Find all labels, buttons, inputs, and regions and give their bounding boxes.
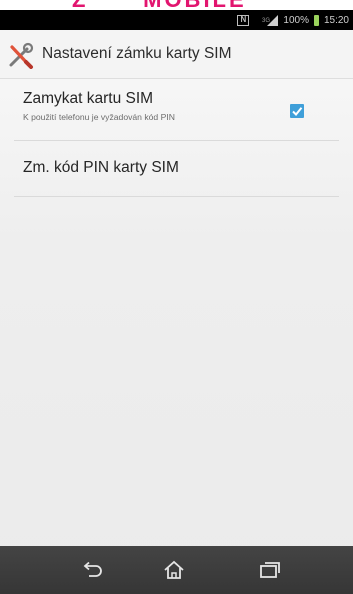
- setting-summary: K použití telefonu je vyžadován kód PIN: [23, 112, 175, 122]
- status-time: 15:20: [323, 14, 349, 26]
- home-button[interactable]: [162, 560, 186, 580]
- svg-text:3G: 3G: [262, 18, 270, 24]
- recent-apps-button[interactable]: [258, 560, 282, 580]
- setting-title: Zamykat kartu SIM: [23, 90, 154, 107]
- recent-apps-icon: [260, 562, 280, 578]
- back-button[interactable]: [80, 560, 104, 580]
- action-bar: Nastavení zámku karty SIM: [0, 30, 353, 79]
- change-pin-setting[interactable]: Zm. kód PIN karty SIM: [0, 140, 353, 196]
- battery-icon: [313, 14, 319, 26]
- top-banner: Ž MOBILE: [0, 0, 353, 10]
- back-icon: [83, 561, 102, 577]
- navigation-bar: [0, 546, 353, 594]
- setting-title: Zm. kód PIN karty SIM: [23, 159, 179, 176]
- page-title: Nastavení zámku karty SIM: [42, 45, 232, 62]
- lock-sim-checkbox[interactable]: [290, 104, 304, 118]
- home-icon: [164, 560, 184, 579]
- wrench-screwdriver-icon[interactable]: [7, 41, 35, 69]
- status-bar: N 3G 100% 15:20: [0, 10, 353, 30]
- divider: [14, 196, 339, 197]
- status-icons: N 3G 100% 15:20: [237, 14, 349, 26]
- banner-text: Ž MOBILE: [72, 0, 247, 10]
- lock-sim-card-setting[interactable]: Zamykat kartu SIM K použití telefonu je …: [0, 80, 353, 140]
- phone-screen: N 3G 100% 15:20 Nastavení zámku karty SI…: [0, 10, 353, 594]
- checkmark-icon: [292, 107, 303, 116]
- battery-percent: 100%: [283, 14, 309, 26]
- nfc-icon: N: [237, 14, 250, 26]
- signal-icon: 3G: [262, 14, 279, 26]
